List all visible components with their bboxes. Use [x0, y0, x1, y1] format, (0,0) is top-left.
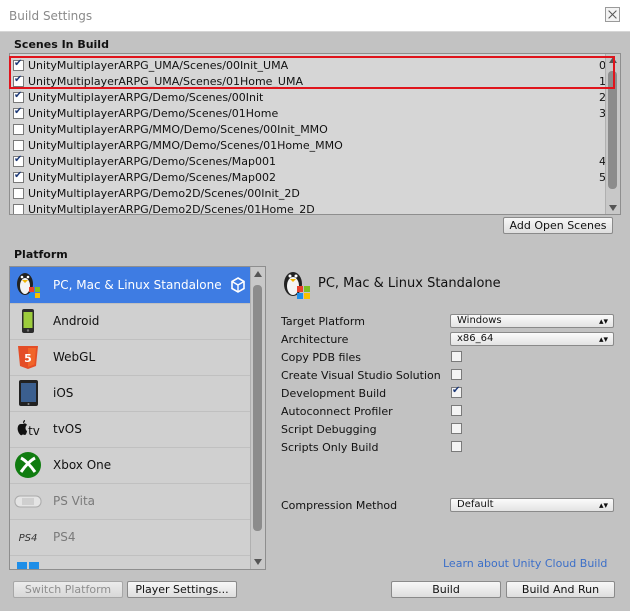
autoconnect-label: Autoconnect Profiler	[281, 405, 393, 418]
highlight-box	[9, 56, 615, 89]
platform-item-ps-vita[interactable]: PS Vita	[10, 483, 250, 520]
scene-checkbox[interactable]	[13, 188, 24, 199]
scene-path: UnityMultiplayerARPG/Demo/Scenes/00Init	[28, 91, 264, 104]
scene-checkbox[interactable]	[13, 106, 24, 119]
script-debugging-checkbox[interactable]	[451, 423, 462, 434]
dropdown-arrow-icon: ▴▾	[598, 501, 608, 511]
unity-logo-icon	[231, 277, 245, 293]
build-settings-window: Build Settings Scenes In Build UnityMult…	[0, 0, 630, 611]
create-vs-label: Create Visual Studio Solution	[281, 369, 441, 382]
platform-label: WebGL	[53, 350, 96, 364]
svg-text:PS4: PS4	[19, 533, 38, 544]
scene-checkbox[interactable]	[13, 90, 24, 103]
cloud-build-link[interactable]: Learn about Unity Cloud Build	[443, 557, 607, 570]
autoconnect-checkbox[interactable]	[451, 405, 462, 416]
player-settings-button[interactable]: Player Settings...	[127, 581, 237, 598]
scene-row[interactable]: UnityMultiplayerARPG/Demo/Scenes/Map0014	[10, 154, 610, 170]
svg-text:5: 5	[24, 352, 32, 365]
compression-dropdown[interactable]: Default ▴▾	[450, 498, 614, 512]
target-platform-dropdown[interactable]: Windows ▴▾	[450, 314, 614, 328]
dropdown-arrow-icon: ▴▾	[598, 317, 608, 327]
pc-penguin-icon	[14, 271, 42, 299]
compression-label: Compression Method	[281, 499, 398, 512]
scene-checkbox[interactable]	[13, 124, 24, 135]
architecture-dropdown[interactable]: x86_64 ▴▾	[450, 332, 614, 346]
scene-checkbox[interactable]	[13, 154, 24, 167]
platform-label: PS4	[53, 530, 76, 544]
android-icon	[14, 307, 42, 335]
scene-row[interactable]: UnityMultiplayerARPG/MMO/Demo/Scenes/00I…	[10, 122, 610, 138]
architecture-value: x86_64	[457, 333, 494, 344]
scene-row[interactable]: UnityMultiplayerARPG/Demo/Scenes/01Home3	[10, 106, 610, 122]
platform-label: PS Vita	[53, 494, 96, 508]
apple-tv-icon: tv	[14, 415, 42, 443]
scene-row[interactable]: UnityMultiplayerARPG/Demo/Scenes/00Init2	[10, 90, 610, 106]
title-bar: Build Settings	[0, 0, 630, 32]
create-vs-checkbox[interactable]	[451, 369, 462, 380]
copy-pdb-label: Copy PDB files	[281, 351, 362, 364]
platform-item-pc-mac-linux-standalone[interactable]: PC, Mac & Linux Standalone	[10, 267, 250, 304]
platform-item-tvos[interactable]: tv tvOS	[10, 411, 250, 448]
compression-value: Default	[457, 499, 494, 510]
platform-label: Android	[53, 314, 100, 328]
platform-item-xbox-one[interactable]: Xbox One	[10, 447, 250, 484]
ps4-icon: PS4	[14, 523, 42, 551]
scroll-down-icon[interactable]	[609, 205, 617, 211]
scene-checkbox[interactable]	[13, 140, 24, 151]
platform-label: Xbox One	[53, 458, 112, 472]
scene-checkbox[interactable]	[13, 170, 24, 183]
platform-item-android[interactable]: Android	[10, 303, 250, 340]
scroll-down-icon[interactable]	[254, 559, 262, 565]
scene-row[interactable]: UnityMultiplayerARPG/Demo2D/Scenes/00Ini…	[10, 186, 610, 202]
platform-item-ios[interactable]: iOS	[10, 375, 250, 412]
platform-item-windows[interactable]	[10, 555, 250, 569]
platform-list[interactable]: PC, Mac & Linux Standalone Android 5 WebGL i…	[9, 266, 266, 570]
platform-label: PC, Mac & Linux Standalone	[53, 278, 222, 292]
scene-path: UnityMultiplayerARPG/MMO/Demo/Scenes/00I…	[28, 123, 328, 136]
scripts-only-checkbox[interactable]	[451, 441, 462, 452]
close-icon[interactable]	[605, 7, 620, 22]
scene-path: UnityMultiplayerARPG/Demo/Scenes/Map001	[28, 155, 276, 168]
scene-path: UnityMultiplayerARPG/Demo/Scenes/01Home	[28, 107, 279, 120]
windows-icon	[14, 559, 42, 569]
scene-path: UnityMultiplayerARPG/MMO/Demo/Scenes/01H…	[28, 139, 343, 152]
window-title: Build Settings	[9, 9, 93, 23]
platform-label: tvOS	[53, 422, 82, 436]
ipad-icon	[14, 379, 42, 407]
platform-item-webgl[interactable]: 5 WebGL	[10, 339, 250, 376]
architecture-label: Architecture	[281, 333, 349, 346]
target-platform-label: Target Platform	[281, 315, 365, 328]
scenes-in-build-header: Scenes In Build	[14, 38, 109, 51]
scene-path: UnityMultiplayerARPG/Demo2D/Scenes/01Hom…	[28, 203, 315, 215]
xbox-icon	[14, 451, 42, 479]
build-button[interactable]: Build	[391, 581, 501, 598]
scene-path: UnityMultiplayerARPG/Demo/Scenes/Map002	[28, 171, 276, 184]
scene-row[interactable]: UnityMultiplayerARPG/Demo/Scenes/Map0025	[10, 170, 610, 186]
scroll-up-icon[interactable]	[254, 271, 262, 277]
platform-header: Platform	[14, 248, 68, 261]
copy-pdb-checkbox[interactable]	[451, 351, 462, 362]
scene-checkbox[interactable]	[13, 204, 24, 214]
scripts-only-label: Scripts Only Build	[281, 441, 379, 454]
target-platform-value: Windows	[457, 315, 502, 326]
script-debugging-label: Script Debugging	[281, 423, 377, 436]
html5-icon: 5	[14, 343, 42, 371]
dev-build-label: Development Build	[281, 387, 387, 400]
scroll-thumb[interactable]	[253, 285, 262, 531]
pc-penguin-icon	[284, 272, 310, 299]
settings-title: PC, Mac & Linux Standalone	[318, 276, 501, 291]
scene-row[interactable]: UnityMultiplayerARPG/MMO/Demo/Scenes/01H…	[10, 138, 610, 154]
scene-path: UnityMultiplayerARPG/Demo2D/Scenes/00Ini…	[28, 187, 300, 200]
platform-scrollbar[interactable]	[250, 267, 265, 569]
scene-row[interactable]: UnityMultiplayerARPG/Demo2D/Scenes/01Hom…	[10, 202, 610, 215]
ps-vita-icon	[14, 487, 42, 515]
dev-build-checkbox[interactable]	[451, 385, 462, 398]
add-open-scenes-button[interactable]: Add Open Scenes	[503, 217, 613, 234]
platform-label: iOS	[53, 386, 74, 400]
platform-item-ps4[interactable]: PS4 PS4	[10, 519, 250, 556]
build-and-run-button[interactable]: Build And Run	[506, 581, 615, 598]
dropdown-arrow-icon: ▴▾	[598, 335, 608, 345]
svg-text:tv: tv	[28, 424, 40, 438]
switch-platform-button[interactable]: Switch Platform	[13, 581, 123, 598]
